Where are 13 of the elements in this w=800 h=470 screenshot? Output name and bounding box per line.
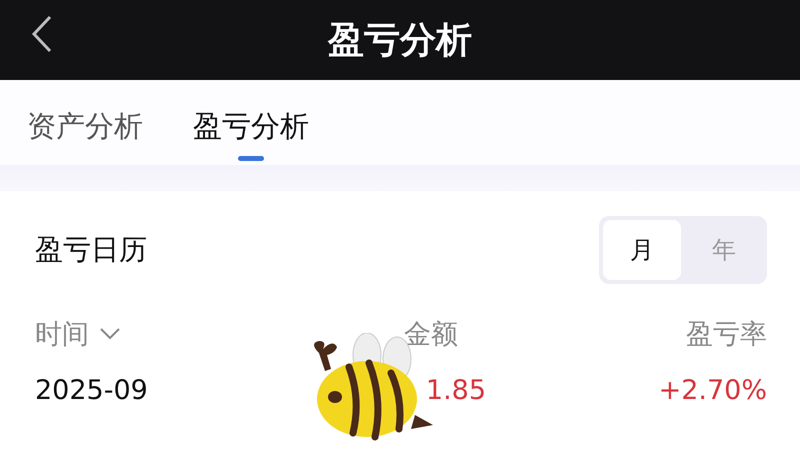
table-cell-text: 2025-09 bbox=[35, 374, 149, 406]
back-button[interactable] bbox=[30, 14, 54, 54]
table-cell-text: +2.70% bbox=[658, 374, 767, 406]
tab[interactable]: 资产分析 bbox=[27, 94, 143, 160]
period-option[interactable]: 月 bbox=[603, 220, 681, 280]
section-title: 盈亏日历 bbox=[35, 232, 147, 268]
page-title: 盈亏分析 bbox=[328, 18, 472, 62]
table-cell-text: 1.85 bbox=[424, 374, 488, 406]
column-header: 金额 bbox=[403, 318, 459, 352]
tab[interactable]: 盈亏分析 bbox=[193, 94, 309, 160]
column-header: 盈亏率 bbox=[685, 318, 767, 352]
column-dropdown[interactable]: 时间 bbox=[35, 316, 259, 352]
chevron-down-icon bbox=[99, 327, 121, 341]
